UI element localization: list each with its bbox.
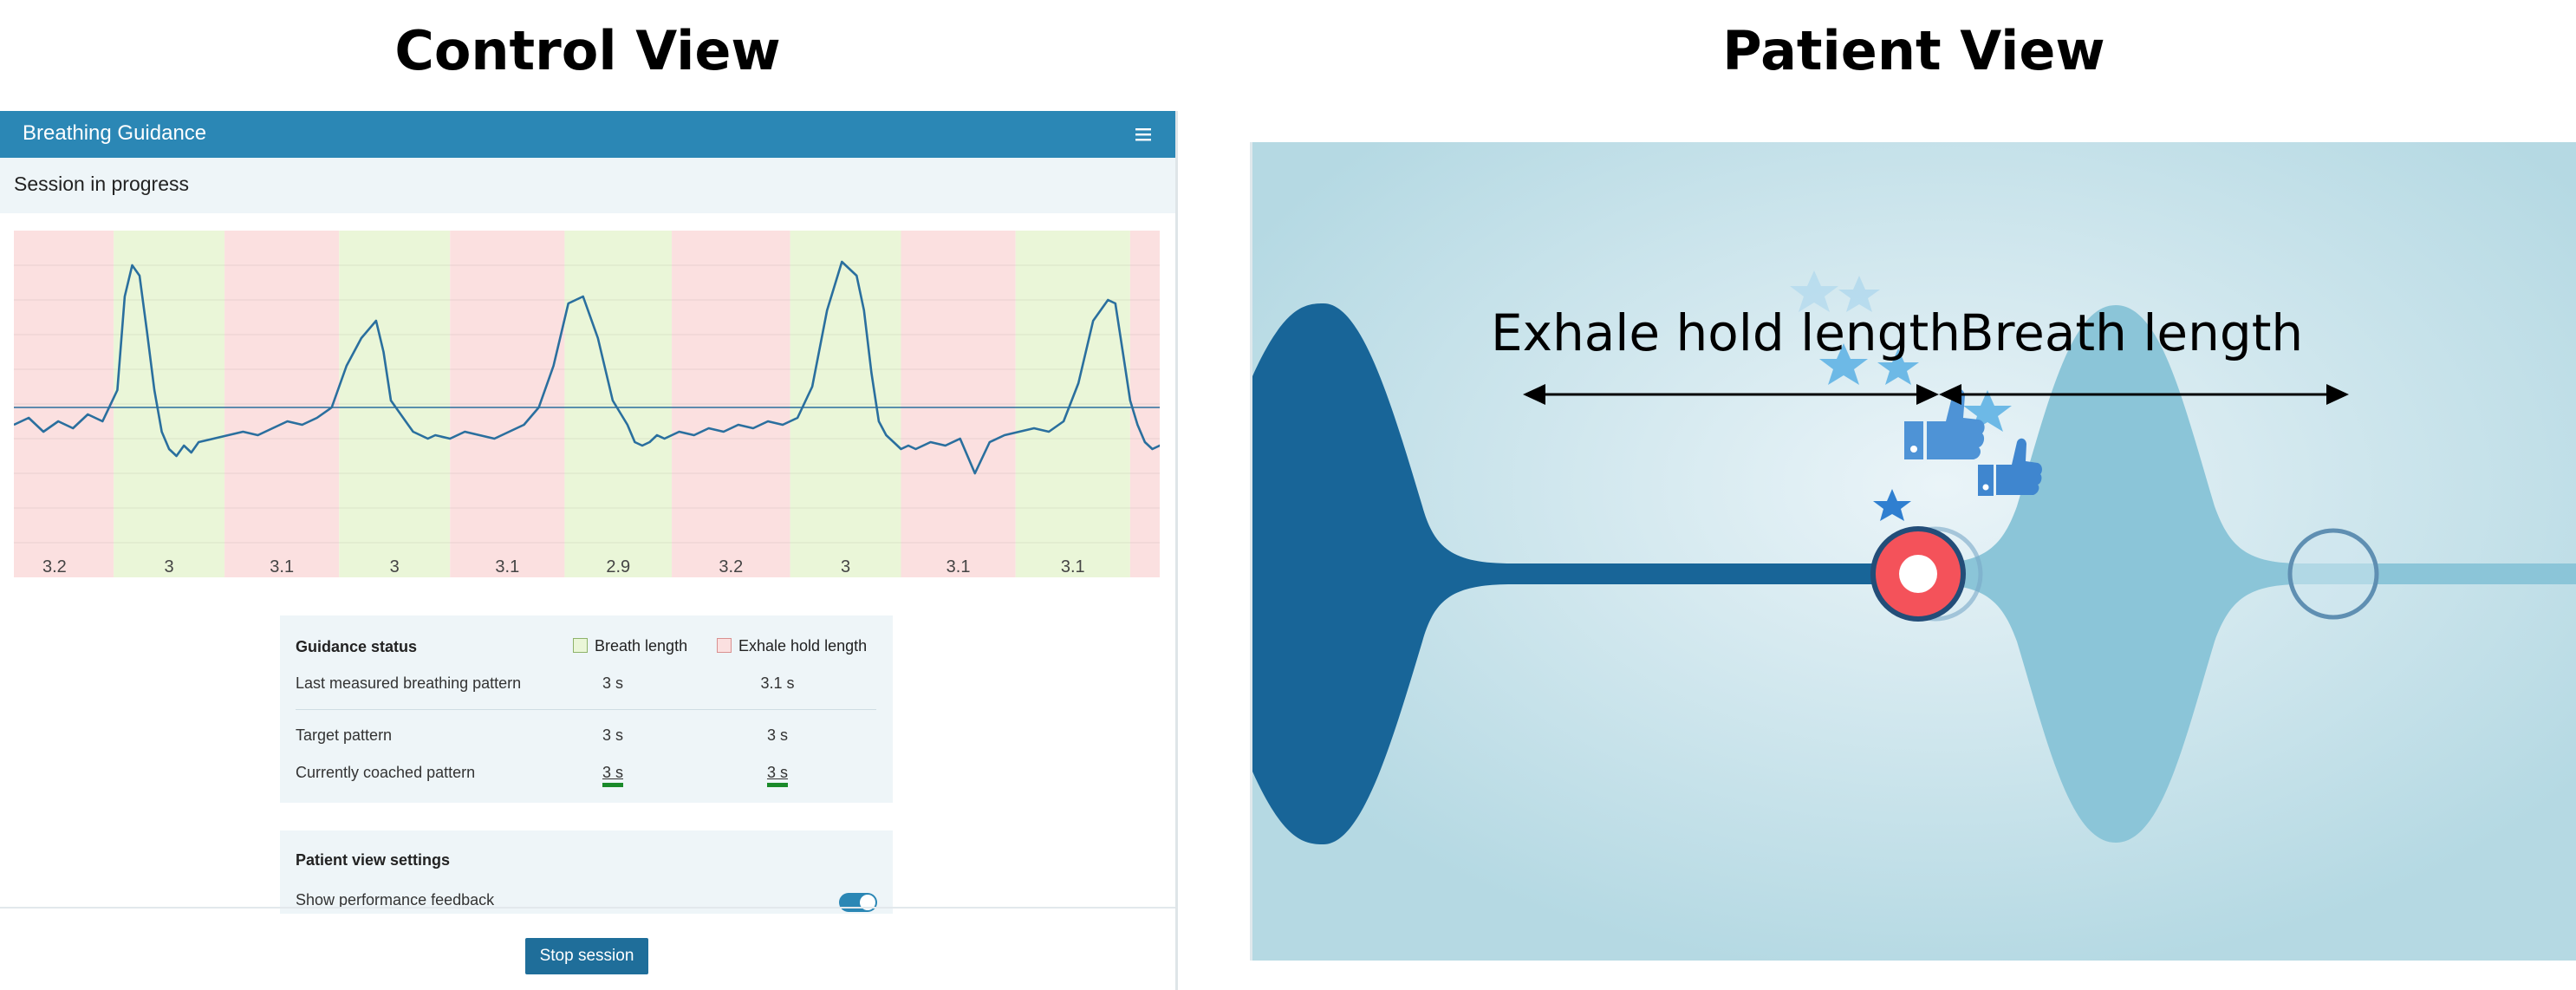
breath-swatch <box>573 638 588 653</box>
band-duration-label: 3 <box>165 557 174 576</box>
status-row-currently-coached: Currently coached pattern 3 s 3 s <box>296 757 876 788</box>
status-row-exhale-value: 3 s <box>766 726 788 744</box>
legend-breath-length: Breath length <box>573 637 687 655</box>
coached-breath-value: 3 s <box>602 764 623 787</box>
patient-view-heading: Patient View <box>1722 19 2105 82</box>
breathing-chart-svg: 3.2 3 3.1 3 3.1 2.9 3.2 3 3.1 3.1 <box>13 231 1227 577</box>
control-view-panel: Breathing Guidance Session in progress 3… <box>0 111 1227 990</box>
breathing-signal-chart: 3.2 3 3.1 3 3.1 2.9 3.2 3 3.1 3.1 <box>13 231 1227 588</box>
guidance-status-card: Guidance status Breath length Exhale hol… <box>280 615 893 803</box>
band-duration-label: 3.2 <box>719 557 743 576</box>
coached-exhale-value: 3 s <box>766 764 788 787</box>
panel-divider <box>1175 111 1178 990</box>
patient-view-settings-title: Patient view settings <box>296 851 451 869</box>
session-status-text: Session in progress <box>14 173 189 195</box>
status-row-label: Target pattern <box>296 726 393 744</box>
band-duration-label: 3.2 <box>42 557 67 576</box>
status-row-last-measured: Last measured breathing pattern 3 s 3.1 … <box>296 668 876 699</box>
guidance-status-title: Guidance status <box>296 638 418 655</box>
status-row-label: Currently coached pattern <box>296 764 476 781</box>
status-row-breath-value: 3 s <box>602 726 623 744</box>
status-row-breath-value: 3 s <box>602 674 623 692</box>
status-row-exhale-value: 3.1 s <box>760 674 795 692</box>
app-title: Breathing Guidance <box>23 121 207 145</box>
band-duration-label: 3.1 <box>1061 557 1085 576</box>
patient-view-settings-card: Patient view settings Show performance f… <box>280 830 893 914</box>
patient-view-panel: Exhale hold length Breath length <box>1250 142 2576 961</box>
performance-feedback-toggle[interactable] <box>839 893 877 912</box>
stop-session-button[interactable]: Stop session <box>525 938 648 974</box>
breath-length-label: Breath length <box>1960 303 2303 362</box>
session-status-bar: Session in progress <box>0 158 1175 213</box>
status-divider <box>296 709 876 710</box>
band-duration-label: 3.1 <box>270 557 294 576</box>
legend-exhale-label: Exhale hold length <box>738 637 868 655</box>
band-duration-label: 2.9 <box>606 557 630 576</box>
exhale-swatch <box>717 638 732 653</box>
band-duration-label: 3.1 <box>495 557 519 576</box>
breath-target-ring <box>2287 528 2379 620</box>
band-duration-label: 3 <box>390 557 400 576</box>
legend-breath-label: Breath length <box>595 637 688 655</box>
app-header: Breathing Guidance <box>0 111 1175 158</box>
current-position-marker <box>1870 526 1966 622</box>
status-row-breath-value: 3 s <box>582 764 644 787</box>
hamburger-menu-icon[interactable] <box>1134 125 1153 144</box>
exhale-hold-label: Exhale hold length <box>1491 303 1961 362</box>
footer-divider <box>0 907 1175 909</box>
band-duration-label: 3 <box>841 557 850 576</box>
legend-exhale-hold-length: Exhale hold length <box>717 637 867 655</box>
control-view-heading: Control View <box>394 19 781 82</box>
patient-view-canvas: Exhale hold length Breath length <box>1252 142 2576 961</box>
status-row-target: Target pattern 3 s 3 s <box>296 720 876 751</box>
status-row-label: Last measured breathing pattern <box>296 674 522 692</box>
status-row-exhale-value: 3 s <box>746 764 809 787</box>
band-duration-label: 3.1 <box>946 557 971 576</box>
